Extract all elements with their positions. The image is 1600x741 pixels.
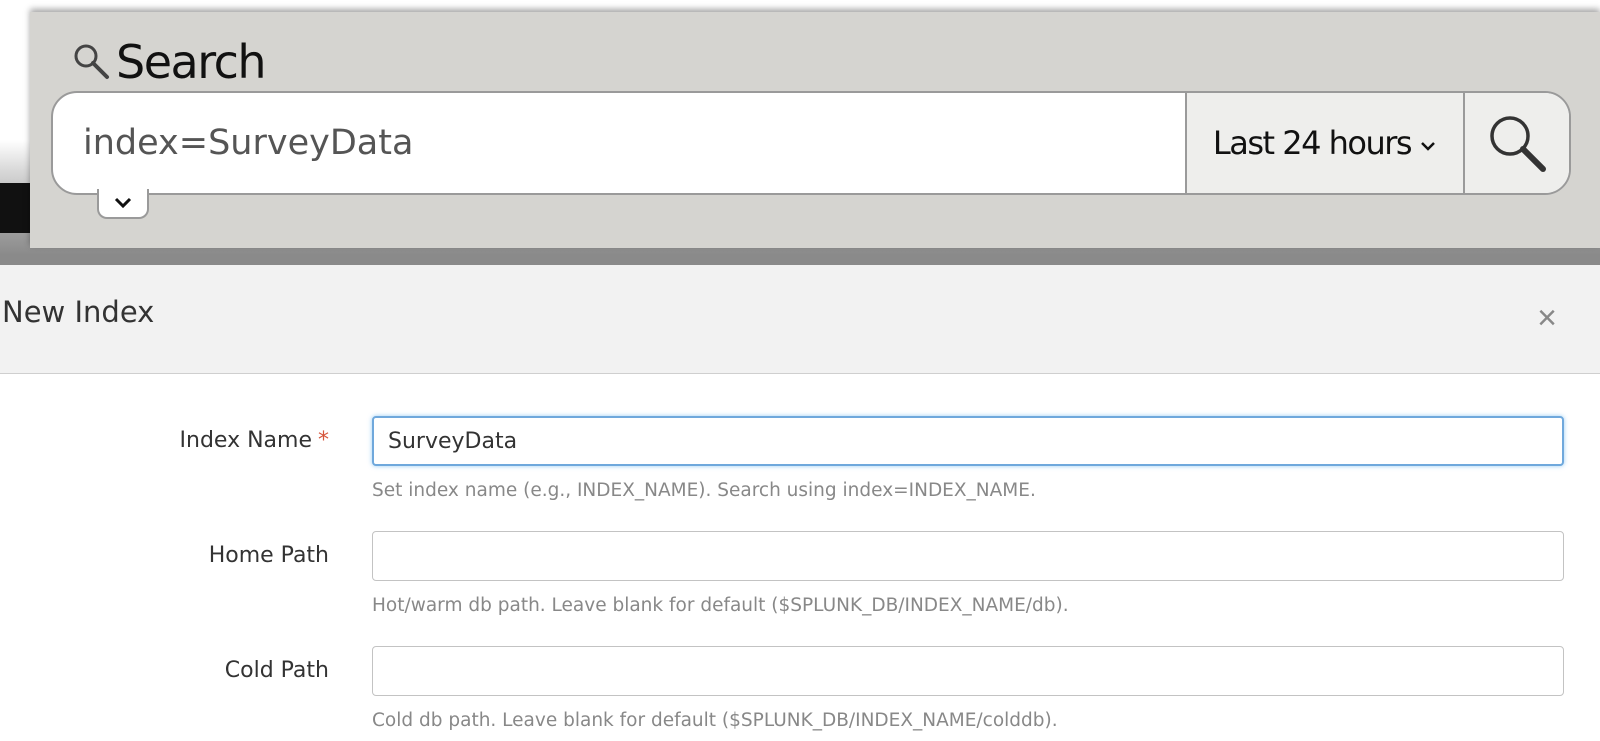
background-navbar-strip xyxy=(0,183,34,233)
chevron-down-icon xyxy=(1421,142,1435,151)
search-submit-button[interactable] xyxy=(1463,93,1569,193)
cold-path-input[interactable] xyxy=(372,646,1564,696)
search-query-input[interactable] xyxy=(53,93,1185,193)
search-title-icon xyxy=(74,44,109,79)
cold-path-help: Cold db path. Leave blank for default ($… xyxy=(372,710,1058,731)
time-range-picker[interactable]: Last 24 hours xyxy=(1185,93,1463,193)
required-marker: * xyxy=(318,428,329,453)
search-header: Search xyxy=(70,32,267,92)
home-path-help: Hot/warm db path. Leave blank for defaul… xyxy=(372,595,1069,616)
modal-title: New Index xyxy=(2,295,155,329)
new-index-modal: New Index × Index Name* Set index name (… xyxy=(0,265,1600,741)
modal-header: New Index × xyxy=(0,265,1600,374)
search-expand-toggle[interactable] xyxy=(97,189,149,219)
time-range-label: Last 24 hours xyxy=(1212,124,1413,162)
chevron-down-icon xyxy=(114,197,132,209)
index-name-label: Index Name * xyxy=(179,428,329,453)
cold-path-label: Cold Path xyxy=(224,658,329,683)
search-title: Search xyxy=(116,35,267,89)
search-bar: Last 24 hours xyxy=(51,91,1571,195)
magnifier-icon xyxy=(1490,116,1546,172)
index-name-input[interactable] xyxy=(372,416,1564,466)
close-icon[interactable]: × xyxy=(1533,301,1561,335)
home-path-label: Home Path xyxy=(208,543,329,568)
search-panel: Search Last 24 hours xyxy=(30,12,1600,248)
home-path-input[interactable] xyxy=(372,531,1564,581)
index-name-help: Set index name (e.g., INDEX_NAME). Searc… xyxy=(372,480,1036,501)
